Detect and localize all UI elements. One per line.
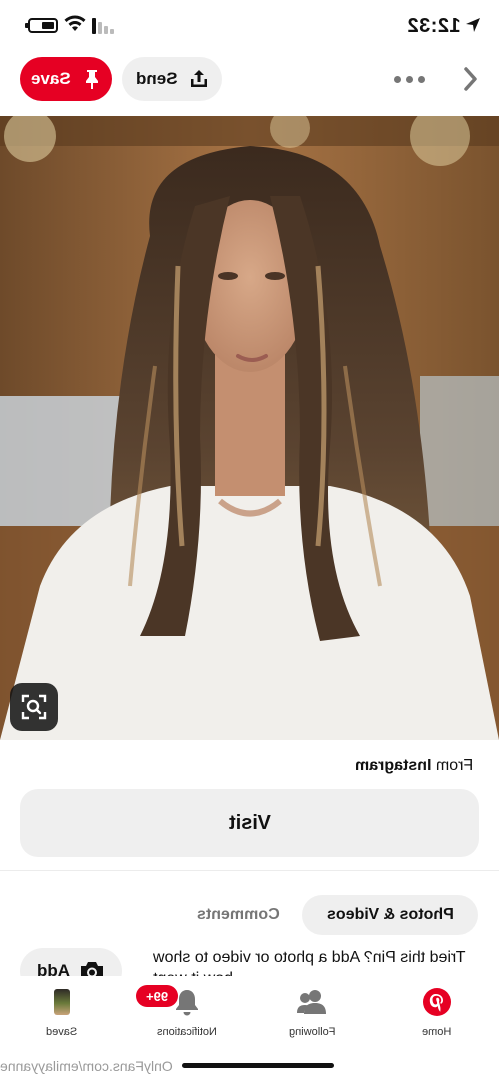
dot <box>418 75 425 83</box>
save-button[interactable]: Save <box>20 57 112 101</box>
section-divider <box>0 870 499 871</box>
dot <box>406 75 413 83</box>
nav-saved[interactable]: Saved <box>17 986 107 1046</box>
pin-image[interactable] <box>0 116 499 740</box>
battery-icon <box>25 18 58 33</box>
pin-icon <box>85 70 98 89</box>
visit-button[interactable]: Visit <box>20 789 479 857</box>
notifications-badge: 99+ <box>136 985 178 1007</box>
back-chevron-icon[interactable] <box>460 66 480 92</box>
send-button[interactable]: Send <box>122 57 222 101</box>
lens-icon <box>21 694 47 720</box>
more-options-button[interactable] <box>394 69 428 89</box>
pin-top-bar: Save Send <box>0 55 499 105</box>
home-indicator <box>182 1063 334 1068</box>
send-label: Send <box>136 69 178 88</box>
nav-following[interactable]: Following <box>267 986 357 1046</box>
pinterest-logo-icon <box>421 986 453 1018</box>
status-bar: 12:32 <box>0 0 499 52</box>
save-label: Save <box>31 69 71 88</box>
watermark: OnlyFans.com/emilayyanne <box>0 1058 173 1074</box>
visit-label: Visit <box>228 811 271 834</box>
signal-icon <box>92 18 114 34</box>
tab-comments[interactable]: Comments <box>186 895 290 935</box>
visual-search-button[interactable] <box>10 683 58 731</box>
pin-source: From Instagram <box>355 757 473 775</box>
nav-home[interactable]: Home <box>392 986 482 1046</box>
pin-photo <box>0 116 499 740</box>
source-name[interactable]: Instagram <box>355 757 431 774</box>
profile-avatar <box>46 986 78 1018</box>
people-icon <box>296 986 328 1018</box>
source-prefix: From <box>435 757 473 774</box>
dot <box>394 75 401 83</box>
location-arrow-icon <box>466 18 480 32</box>
wifi-icon <box>64 15 86 31</box>
tab-photos-videos[interactable]: Photos & Videos <box>302 895 478 935</box>
status-time: 12:32 <box>407 15 461 37</box>
share-icon <box>190 70 207 87</box>
